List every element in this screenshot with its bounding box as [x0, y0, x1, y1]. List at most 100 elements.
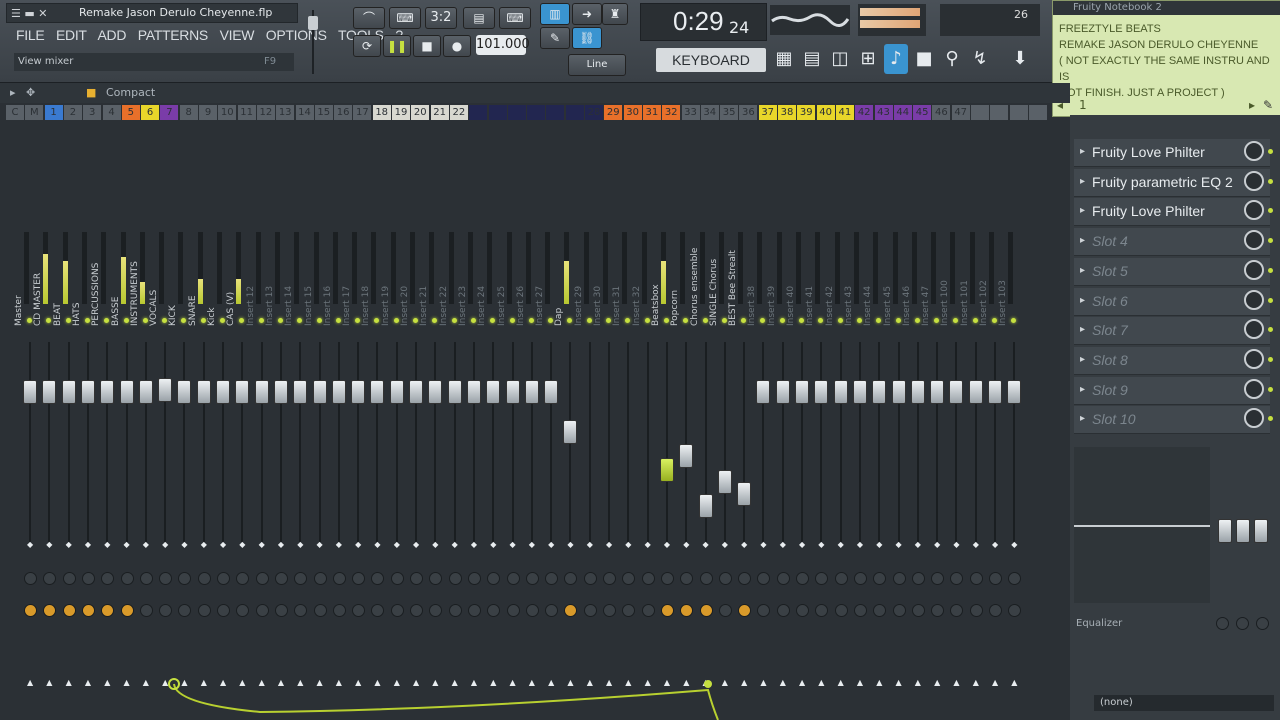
pan-knob[interactable]: [62, 572, 76, 585]
route-arrow-icon[interactable]: ▲: [220, 678, 226, 687]
pan-knob[interactable]: [81, 572, 95, 585]
effect-slot[interactable]: ▸ Slot 6: [1074, 287, 1273, 316]
user-icon[interactable]: ♜: [602, 3, 628, 25]
slot-enable-led[interactable]: [1268, 356, 1273, 362]
route-arrow-icon[interactable]: ▲: [85, 678, 91, 687]
effect-slot[interactable]: ▸ Slot 8: [1074, 346, 1273, 375]
route-knob[interactable]: [429, 604, 443, 617]
pan-knob[interactable]: [352, 572, 366, 585]
route-knob[interactable]: [815, 604, 829, 617]
arrow-right-icon[interactable]: ➜: [572, 3, 602, 25]
stereo-separation-icon[interactable]: ◆: [722, 540, 728, 549]
volume-fader[interactable]: [331, 380, 346, 404]
slot-menu-icon[interactable]: ▸: [1080, 146, 1085, 157]
route-arrow-icon[interactable]: ▲: [278, 678, 284, 687]
step-edit-icon[interactable]: ▤: [463, 7, 495, 29]
slot-enable-led[interactable]: [1268, 327, 1273, 333]
menu-add[interactable]: ADD: [98, 27, 127, 43]
route-arrow-icon[interactable]: ▲: [934, 678, 940, 687]
route-arrow-icon[interactable]: ▲: [355, 678, 361, 687]
mute-switch[interactable]: [721, 318, 727, 323]
stereo-separation-icon[interactable]: ◆: [664, 540, 670, 549]
route-knob[interactable]: [989, 604, 1002, 617]
stereo-separation-icon[interactable]: ◆: [818, 540, 824, 549]
mute-switch[interactable]: [644, 318, 650, 323]
stereo-separation-icon[interactable]: ◆: [239, 540, 245, 549]
stereo-separation-icon[interactable]: ◆: [567, 540, 573, 549]
route-arrow-icon[interactable]: ▲: [452, 678, 458, 687]
pan-knob[interactable]: [506, 572, 520, 585]
pan-knob[interactable]: [892, 572, 906, 585]
route-knob[interactable]: [371, 604, 385, 617]
route-knob[interactable]: [757, 604, 771, 617]
route-knob[interactable]: [410, 604, 423, 617]
slot-mix-knob[interactable]: [1244, 141, 1264, 161]
effect-slot[interactable]: ▸ Slot 4: [1074, 228, 1273, 257]
mute-switch[interactable]: [972, 318, 978, 323]
route-knob[interactable]: [274, 604, 288, 617]
mute-switch[interactable]: [702, 318, 708, 323]
volume-fader[interactable]: [679, 444, 694, 468]
pan-knob[interactable]: [487, 572, 501, 585]
stereo-separation-icon[interactable]: ◆: [645, 540, 651, 549]
route-knob[interactable]: [853, 604, 867, 617]
stereo-separation-icon[interactable]: ◆: [1011, 540, 1017, 549]
slot-mix-knob[interactable]: [1244, 378, 1264, 399]
mute-switch[interactable]: [316, 318, 322, 323]
mute-switch[interactable]: [779, 318, 785, 323]
eq-knob-1[interactable]: [1216, 617, 1229, 630]
pan-knob[interactable]: [950, 572, 964, 585]
mute-switch[interactable]: [799, 318, 804, 323]
slot-enable-led[interactable]: [1268, 208, 1273, 214]
mute-switch[interactable]: [220, 318, 225, 323]
mixer-insert-track[interactable]: Insert 103 ◆ ▲: [998, 122, 1024, 720]
effect-slot[interactable]: ▸ Fruity parametric EQ 2: [1074, 168, 1273, 197]
eq-high-fader[interactable]: [1254, 519, 1268, 543]
pan-knob[interactable]: [583, 572, 597, 585]
mute-switch[interactable]: [277, 318, 283, 323]
stereo-separation-icon[interactable]: ◆: [838, 540, 844, 549]
slot-enable-led[interactable]: [1268, 416, 1273, 422]
slot-mix-knob[interactable]: [1244, 289, 1264, 310]
volume-fader[interactable]: [466, 380, 481, 404]
volume-fader[interactable]: [659, 458, 674, 482]
pan-knob[interactable]: [236, 572, 250, 585]
route-knob[interactable]: [101, 604, 115, 617]
route-knob[interactable]: [487, 604, 501, 617]
stereo-separation-icon[interactable]: ◆: [953, 540, 959, 549]
volume-fader[interactable]: [409, 380, 423, 404]
route-arrow-icon[interactable]: ▲: [317, 678, 323, 687]
pan-knob[interactable]: [603, 572, 616, 585]
tempo-tapper-icon[interactable]: ↯: [968, 44, 992, 74]
channel-rack-icon[interactable]: ◫: [828, 44, 852, 74]
route-knob[interactable]: [448, 604, 462, 617]
stereo-separation-icon[interactable]: ◆: [471, 540, 477, 549]
pan-knob[interactable]: [969, 572, 983, 585]
slot-menu-icon[interactable]: ▸: [1080, 176, 1085, 187]
mute-switch[interactable]: [123, 318, 129, 323]
route-arrow-icon[interactable]: ▲: [510, 678, 516, 687]
eq-display[interactable]: [1074, 447, 1210, 603]
pan-knob[interactable]: [217, 572, 230, 585]
volume-fader[interactable]: [23, 380, 37, 404]
pan-knob[interactable]: [718, 572, 732, 585]
route-knob[interactable]: [159, 604, 173, 617]
stereo-separation-icon[interactable]: ◆: [66, 540, 72, 549]
pan-knob[interactable]: [873, 572, 887, 585]
route-knob[interactable]: [660, 604, 674, 617]
stereo-separation-icon[interactable]: ◆: [452, 540, 458, 549]
slot-enable-led[interactable]: [1268, 238, 1273, 244]
mute-switch[interactable]: [413, 318, 418, 323]
stereo-separation-icon[interactable]: ◆: [374, 540, 380, 549]
pan-knob[interactable]: [776, 572, 790, 585]
typing-keyboard-icon[interactable]: ⌨: [389, 7, 421, 29]
slot-menu-icon[interactable]: ▸: [1080, 413, 1085, 424]
volume-fader[interactable]: [119, 380, 134, 404]
route-arrow-icon[interactable]: ▲: [953, 678, 959, 687]
pan-knob[interactable]: [332, 572, 346, 585]
eq-knob-2[interactable]: [1236, 617, 1249, 630]
route-knob[interactable]: [622, 604, 636, 617]
route-arrow-icon[interactable]: ▲: [587, 678, 593, 687]
stereo-separation-icon[interactable]: ◆: [317, 540, 323, 549]
volume-fader[interactable]: [737, 482, 752, 506]
